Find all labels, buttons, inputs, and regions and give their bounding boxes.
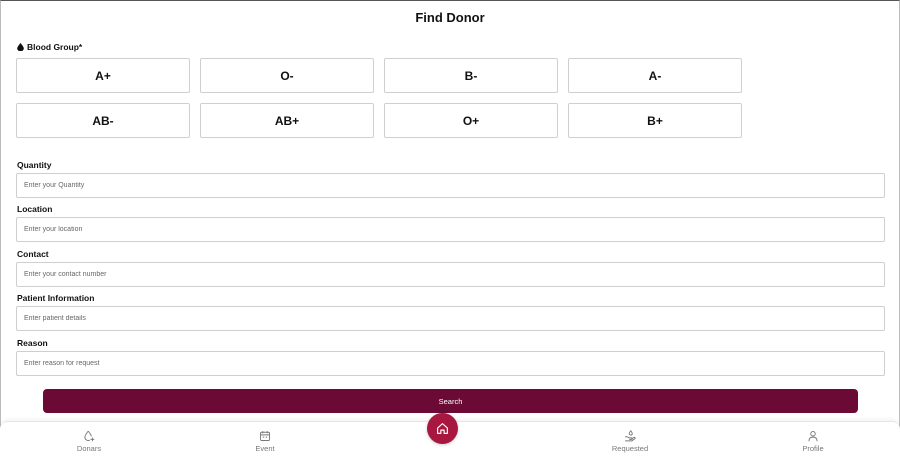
blood-group-option[interactable]: O-: [200, 58, 374, 93]
reason-label: Reason: [17, 338, 48, 348]
nav-label: Profile: [802, 444, 824, 453]
blood-group-option[interactable]: B-: [384, 58, 558, 93]
blood-group-option[interactable]: O+: [384, 103, 558, 138]
calendar-icon: [260, 431, 270, 441]
nav-item-profile[interactable]: Profile: [783, 430, 843, 453]
blood-group-label: Blood Group*: [17, 42, 82, 52]
nav-label: Requested: [611, 444, 649, 453]
reason-input[interactable]: [16, 351, 885, 376]
contact-label: Contact: [17, 249, 49, 259]
page-title: Find Donor: [415, 10, 485, 25]
blood-group-options: A+ O- B- A- AB- AB+ O+ B+: [16, 58, 742, 138]
patient-info-input[interactable]: [16, 306, 885, 331]
blood-group-option[interactable]: A-: [568, 58, 742, 93]
blood-drop-icon: [17, 43, 24, 51]
location-input[interactable]: [16, 217, 885, 242]
home-icon: [437, 423, 448, 434]
blood-drop-plus-icon: [84, 430, 95, 442]
patient-info-label: Patient Information: [17, 293, 95, 303]
nav-item-requested[interactable]: Requested: [600, 430, 660, 453]
quantity-label: Quantity: [17, 160, 52, 170]
nav-item-event[interactable]: Event: [235, 430, 295, 453]
quantity-input[interactable]: [16, 173, 885, 198]
blood-group-option[interactable]: AB+: [200, 103, 374, 138]
search-button[interactable]: Search: [43, 389, 858, 413]
home-button[interactable]: [427, 413, 458, 444]
blood-group-option[interactable]: A+: [16, 58, 190, 93]
nav-label: Event: [255, 444, 275, 453]
hand-drop-icon: [625, 430, 636, 442]
nav-item-donars[interactable]: Donars: [59, 430, 119, 453]
blood-group-label-text: Blood Group*: [27, 42, 83, 52]
user-icon: [808, 431, 818, 442]
blood-group-option[interactable]: AB-: [16, 103, 190, 138]
location-label: Location: [17, 204, 53, 214]
nav-label: Donars: [76, 444, 102, 453]
contact-input[interactable]: [16, 262, 885, 287]
blood-group-option[interactable]: B+: [568, 103, 742, 138]
